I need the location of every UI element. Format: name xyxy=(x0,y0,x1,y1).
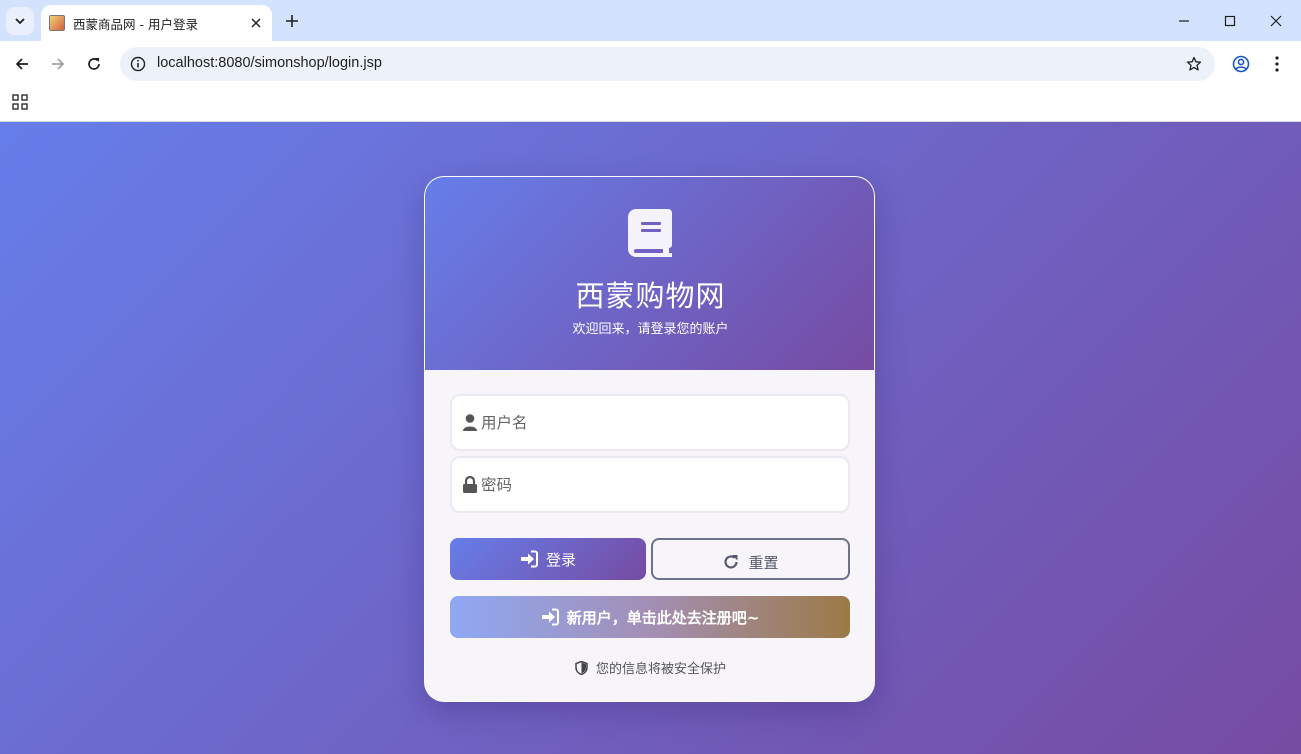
brand-title: 西蒙购物网 xyxy=(575,279,726,313)
menu-button[interactable] xyxy=(1263,50,1291,78)
security-note-text: 您的信息将被安全保护 xyxy=(595,662,726,677)
maximize-icon xyxy=(1224,15,1236,27)
browser-toolbar: localhost:8080/simonshop/login.jsp xyxy=(0,41,1301,87)
password-input[interactable] xyxy=(481,458,841,511)
lock-icon xyxy=(463,476,477,493)
maximize-button[interactable] xyxy=(1207,6,1253,36)
favicon-icon xyxy=(49,15,65,31)
user-icon xyxy=(463,414,477,431)
reset-button-label: 重置 xyxy=(748,553,779,572)
minimize-button[interactable] xyxy=(1161,6,1207,36)
welcome-text: 欢迎回来，请登录您的账户 xyxy=(572,322,729,337)
address-bar[interactable]: localhost:8080/simonshop/login.jsp xyxy=(120,47,1215,81)
login-button[interactable]: 登录 xyxy=(450,538,646,580)
password-field[interactable] xyxy=(450,456,850,513)
star-icon xyxy=(1186,56,1202,71)
bookmark-star-button[interactable] xyxy=(1183,53,1205,75)
window-close-button[interactable] xyxy=(1253,6,1299,36)
forward-button[interactable] xyxy=(44,50,72,78)
reset-button[interactable]: 重置 xyxy=(651,538,850,580)
tab-strip: 西蒙商品网 - 用户登录 xyxy=(0,0,1301,41)
profile-button[interactable] xyxy=(1227,50,1255,78)
plus-icon xyxy=(286,15,298,27)
shield-icon xyxy=(575,660,588,675)
reload-button[interactable] xyxy=(80,50,108,78)
arrow-right-icon xyxy=(52,58,65,70)
apps-grid-icon[interactable] xyxy=(12,94,28,110)
reload-icon xyxy=(88,58,100,70)
new-tab-button[interactable] xyxy=(280,9,304,33)
card-header: 西蒙购物网 欢迎回来，请登录您的账户 xyxy=(425,177,874,370)
profile-icon xyxy=(1232,55,1250,73)
login-card: 西蒙购物网 欢迎回来，请登录您的账户 登录 xyxy=(424,176,875,702)
info-icon xyxy=(130,56,146,72)
redo-icon xyxy=(724,555,739,569)
bookmarks-bar xyxy=(0,87,1301,122)
book-icon xyxy=(628,209,672,257)
active-tab[interactable]: 西蒙商品网 - 用户登录 xyxy=(41,5,272,41)
username-input[interactable] xyxy=(481,396,841,449)
arrow-left-icon xyxy=(15,58,28,70)
minimize-icon xyxy=(1179,20,1189,22)
sign-in-icon xyxy=(541,608,559,626)
more-vertical-icon xyxy=(1275,56,1279,72)
close-icon xyxy=(1270,15,1282,27)
sign-in-icon xyxy=(520,550,538,568)
security-note: 您的信息将被安全保护 xyxy=(425,658,874,677)
tab-title: 西蒙商品网 - 用户登录 xyxy=(73,16,198,32)
site-info-button[interactable] xyxy=(126,52,150,76)
tab-close-button[interactable] xyxy=(246,13,266,33)
username-field[interactable] xyxy=(450,394,850,451)
url-text: localhost:8080/simonshop/login.jsp xyxy=(157,55,382,71)
tab-search-button[interactable] xyxy=(6,7,34,35)
back-button[interactable] xyxy=(8,50,36,78)
login-button-label: 登录 xyxy=(545,550,576,569)
login-page: 西蒙购物网 欢迎回来，请登录您的账户 登录 xyxy=(0,122,1301,754)
register-button[interactable]: 新用户，单击此处去注册吧~ xyxy=(450,596,850,638)
chevron-down-icon xyxy=(15,18,25,25)
close-icon xyxy=(251,18,261,28)
register-button-label: 新用户，单击此处去注册吧~ xyxy=(566,608,760,627)
